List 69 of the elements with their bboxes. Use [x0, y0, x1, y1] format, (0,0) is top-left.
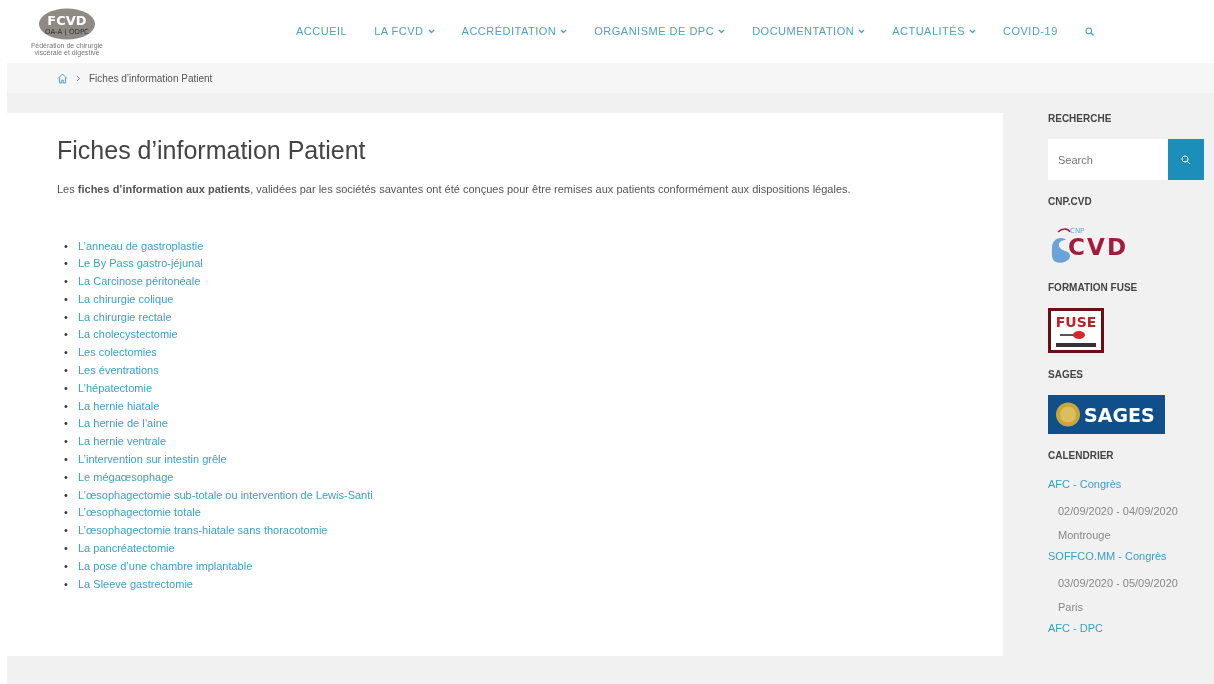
document-link[interactable]: La hernie ventrale [78, 435, 167, 448]
event-place: Paris [1058, 600, 1085, 616]
widget-heading: CALENDRIER [1048, 450, 1115, 462]
page-title: Fiches d’information Patient [57, 135, 367, 165]
event-link[interactable]: SOFFCO.MM - Congrès [1048, 547, 1214, 566]
search-icon[interactable] [1084, 27, 1094, 36]
bullet: • [64, 309, 69, 325]
document-link[interactable]: L’intervention sur intestin grêle [78, 453, 227, 466]
bullet: • [64, 363, 69, 379]
document-link[interactable]: La cholecystectomie [78, 328, 178, 341]
nav-link[interactable]: ORGANISME DE DPC [594, 23, 726, 40]
document-link[interactable]: La chirurgie rectale [78, 310, 172, 323]
bullet: • [64, 505, 69, 521]
nav-link[interactable]: ACTUALITÉS [892, 23, 976, 40]
document-link[interactable]: L’œsophagectomie totale [78, 506, 201, 519]
document-link[interactable]: Le By Pass gastro-jéjunal [78, 257, 203, 270]
widget-heading: RECHERCHE [1048, 113, 1113, 125]
bullet: • [64, 469, 69, 485]
bullet: • [64, 452, 69, 468]
nav-link[interactable]: COVID-19 [1003, 23, 1058, 40]
event-dates: 03/09/2020 - 05/09/2020 [1058, 575, 1179, 591]
bullet: • [64, 541, 69, 557]
event-place: Montrouge [1058, 528, 1112, 544]
event-link[interactable]: AFC - DPC [1048, 619, 1214, 638]
document-link[interactable]: La hernie hiatale [78, 399, 160, 412]
bullet: • [64, 256, 69, 272]
document-link[interactable]: L’œsophagectomie sub-totale ou intervention de Lewis-Santi [78, 488, 373, 501]
bullet: • [64, 434, 69, 450]
bullet: • [64, 380, 69, 396]
document-link[interactable]: Les colectomies [78, 346, 157, 359]
document-link[interactable]: La chirurgie colique [78, 292, 174, 305]
bullet: • [64, 238, 69, 254]
fuse-logo[interactable]: FUSE [1048, 308, 1104, 353]
widget-heading: CNP.CVD [1048, 196, 1093, 208]
bullet: • [64, 345, 69, 361]
bullet: • [64, 398, 69, 414]
event-link[interactable]: AFC - Congrès [1048, 476, 1214, 494]
chevron-icon [76, 74, 81, 82]
document-link[interactable]: La Sleeve gastrectomie [78, 577, 193, 590]
document-link[interactable]: La pose d’une chambre implantable [78, 559, 253, 572]
event-dates: 02/09/2020 - 04/09/2020 [1058, 503, 1179, 519]
home-icon[interactable] [57, 72, 68, 84]
bullet: • [64, 523, 69, 539]
document-link[interactable]: Le mégaœsophage [78, 470, 174, 483]
document-link[interactable]: L’anneau de gastroplastie [78, 239, 204, 252]
document-link[interactable]: La hernie de l’aine [78, 417, 168, 430]
nav-link[interactable]: ACCRÉDITATION [461, 23, 568, 40]
bullet: • [64, 558, 69, 574]
document-link[interactable]: L’œsophagectomie trans-hiatale sans thoracotomie [78, 524, 328, 537]
bullet: • [64, 274, 69, 290]
bullet: • [64, 291, 69, 307]
document-link[interactable]: La Carcinose péritonéale [78, 275, 201, 288]
breadcrumb-current: Fiches d’information Patient [89, 71, 213, 86]
bullet: • [64, 327, 69, 343]
document-link[interactable]: L’hépatectomie [78, 381, 152, 394]
search-field[interactable]: Search [1048, 139, 1168, 180]
bullet: • [64, 487, 69, 503]
nav-link[interactable]: LA FCVD [374, 23, 435, 40]
widget-heading: FORMATION FUSE [1048, 282, 1139, 294]
nav-link[interactable]: ACCUEIL [296, 23, 348, 40]
search-icon [1181, 154, 1191, 165]
sages-logo[interactable]: SAGES [1048, 395, 1165, 434]
intro-paragraph: Les fiches d’information aux patients, validées par les sociétés savantes ont été conçues pour être remises aux patients conformément aux dispositions légales. [57, 182, 852, 197]
nav-link[interactable]: DOCUMENTATION [752, 23, 866, 40]
widget-heading: SAGES [1048, 369, 1084, 381]
document-link[interactable]: Les éventrations [78, 364, 159, 377]
bullet: • [64, 416, 69, 432]
bullet: • [64, 576, 69, 592]
document-link[interactable]: La pancréatectomie [78, 542, 175, 555]
